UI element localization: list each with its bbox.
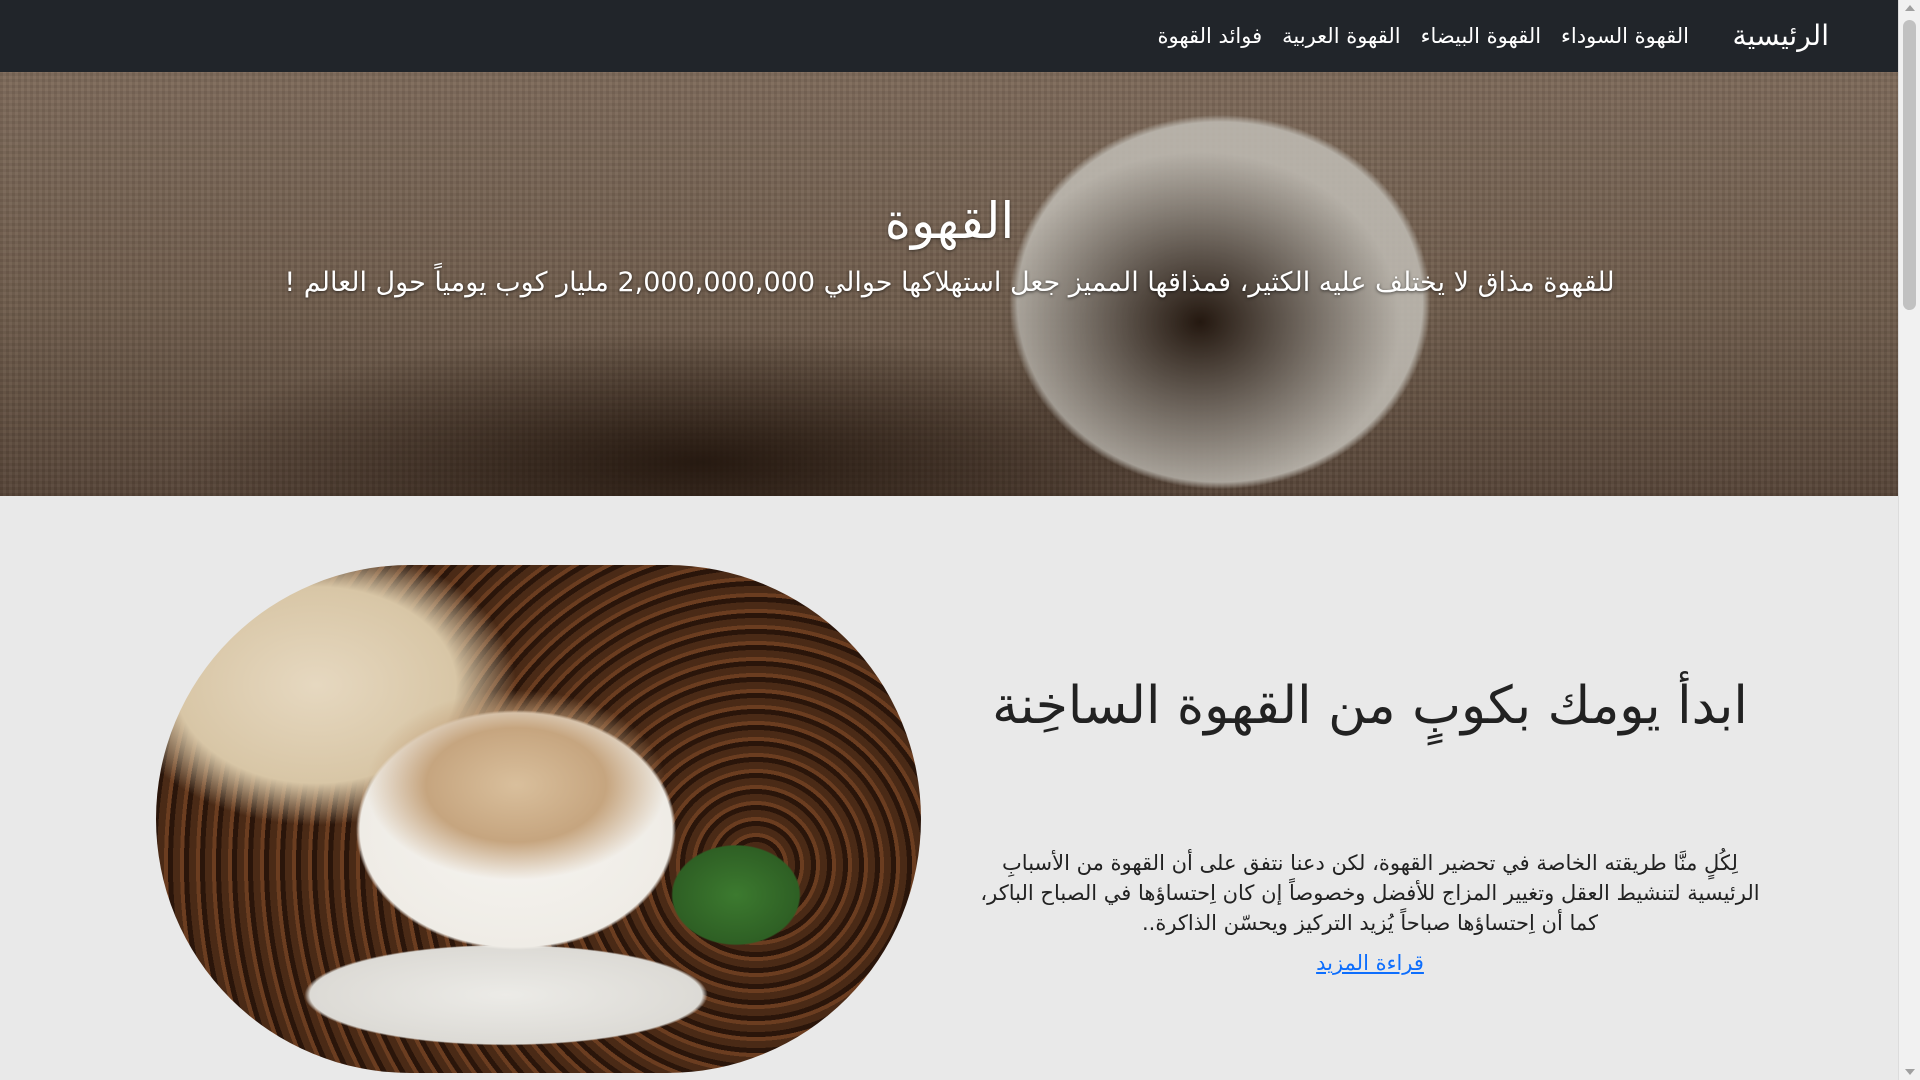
top-navbar: الرئيسية القهوة السوداء القهوة البيضاء ا… [0,0,1899,72]
feature-title: ابدأ يومك بكوبٍ من القهوة الساخِنة [992,676,1748,736]
hero-text: للقهوة مذاق لا يختلف عليه الكثير، فمذاقه… [284,267,1615,298]
nav-link-coffee-benefits[interactable]: فوائد القهوة [1157,24,1262,48]
read-more-link[interactable]: قراءة المزيد [1316,951,1424,975]
nav-link-black-coffee[interactable]: القهوة السوداء [1561,24,1689,48]
coffee-cup-image [156,565,921,1073]
scroll-up-arrow-icon[interactable] [1905,5,1915,11]
nav-link-arabic-coffee[interactable]: القهوة العربية [1282,24,1400,48]
nav-link-white-coffee[interactable]: القهوة البيضاء [1421,24,1541,48]
hero-title: القهوة [884,192,1015,250]
nav-links: القهوة السوداء القهوة البيضاء القهوة الع… [1157,0,1689,72]
scroll-thumb[interactable] [1903,20,1916,310]
scroll-down-arrow-icon[interactable] [1905,1069,1915,1075]
feature-text: لِكُلٍ منَّا طريقته الخاصة في تحضير القه… [980,851,1760,935]
page-scrollbar[interactable] [1898,0,1920,1080]
hero-banner: القهوة للقهوة مذاق لا يختلف عليه الكثير،… [0,72,1899,496]
read-more-container: قراءة المزيد [980,948,1760,978]
nav-brand-home[interactable]: الرئيسية [1733,0,1829,72]
